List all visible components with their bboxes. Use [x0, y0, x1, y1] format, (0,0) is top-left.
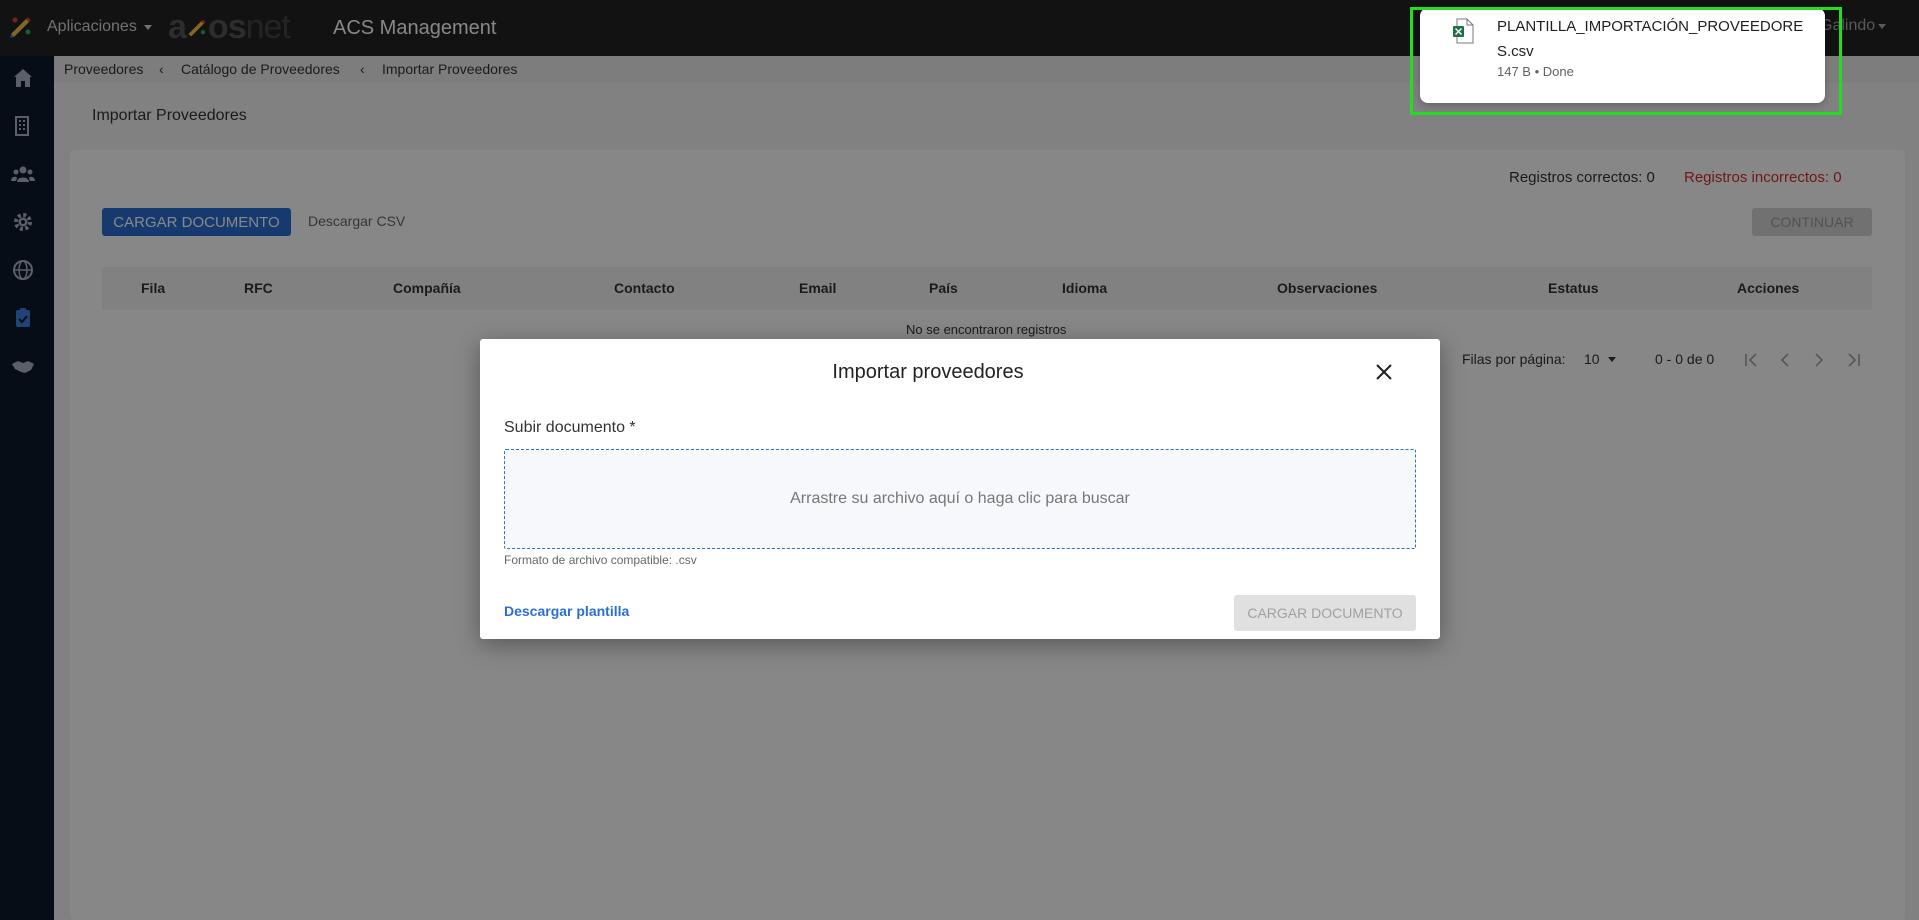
- file-dropzone[interactable]: Arrastre su archivo aquí o haga clic par…: [504, 449, 1416, 549]
- download-template-link[interactable]: Descargar plantilla: [504, 603, 629, 619]
- modal-upload-button[interactable]: CARGAR DOCUMENTO: [1234, 595, 1416, 631]
- download-highlight-box: [1410, 7, 1842, 115]
- upload-field-label: Subir documento *: [504, 419, 636, 436]
- close-icon[interactable]: [1373, 361, 1395, 383]
- dropzone-text: Arrastre su archivo aquí o haga clic par…: [790, 490, 1130, 507]
- import-modal: Importar proveedores Subir documento * A…: [480, 339, 1440, 639]
- file-format-hint: Formato de archivo compatible: .csv: [504, 553, 697, 567]
- modal-title: Importar proveedores: [832, 361, 1024, 383]
